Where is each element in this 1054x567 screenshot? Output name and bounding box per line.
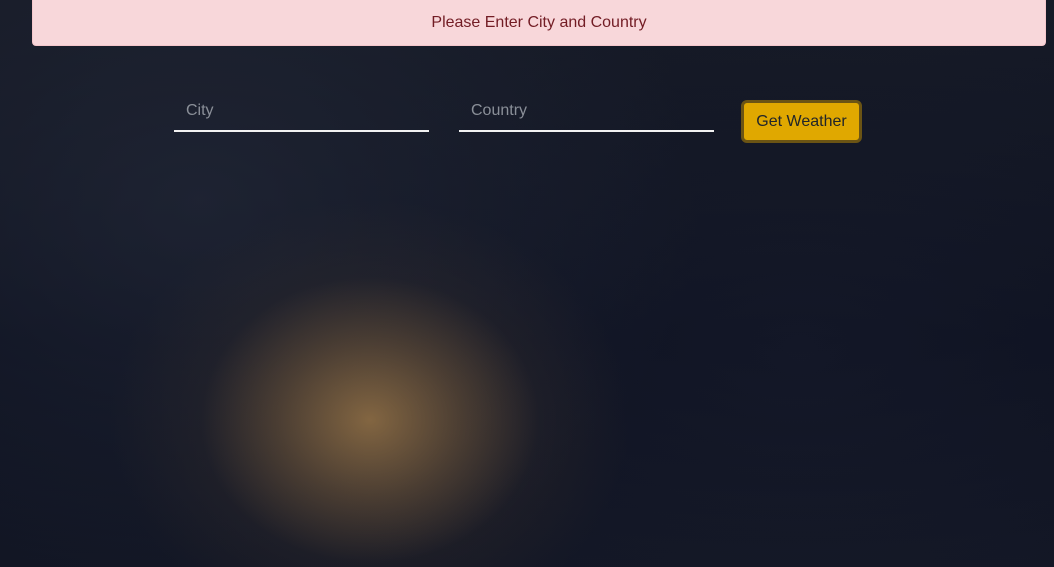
- error-alert-message: Please Enter City and Country: [431, 13, 647, 31]
- error-alert: Please Enter City and Country: [32, 0, 1046, 46]
- country-input[interactable]: [459, 92, 714, 132]
- city-input[interactable]: [174, 92, 429, 132]
- weather-form: Get Weather: [174, 92, 874, 152]
- get-weather-button[interactable]: Get Weather: [741, 100, 862, 143]
